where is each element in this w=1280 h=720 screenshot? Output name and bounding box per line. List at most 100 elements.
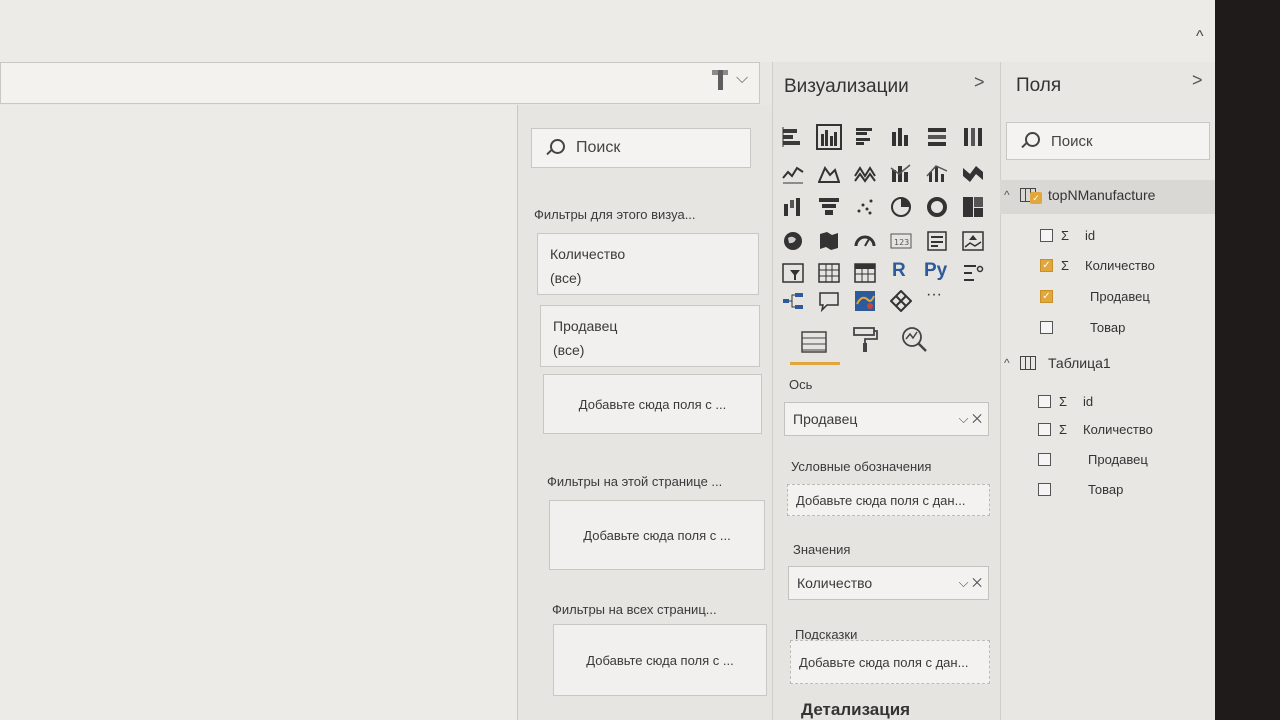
- waterfall-icon[interactable]: [782, 196, 804, 218]
- donut-chart-icon[interactable]: [926, 196, 948, 218]
- funnel-icon[interactable]: [818, 196, 840, 218]
- key-influencers-icon[interactable]: [962, 262, 984, 284]
- visual-filter-drop-zone[interactable]: Добавьте сюда поля с ...: [543, 374, 762, 434]
- page-filters-heading[interactable]: Фильтры на этой странице ...: [547, 474, 722, 489]
- field-checkbox[interactable]: [1040, 321, 1053, 334]
- table-icon[interactable]: [818, 262, 840, 284]
- table-icon: [1020, 356, 1036, 370]
- pie-chart-icon[interactable]: [890, 196, 912, 218]
- field-row[interactable]: Товар: [1038, 482, 1123, 497]
- collapse-visualizations-icon[interactable]: >: [974, 72, 985, 93]
- map-icon[interactable]: [782, 230, 804, 252]
- decomposition-tree-icon[interactable]: [782, 290, 804, 312]
- visual-header-bar: [0, 62, 760, 104]
- matrix-icon[interactable]: [854, 262, 876, 284]
- field-row[interactable]: ✓ Продавец: [1040, 289, 1150, 304]
- line-clustered-icon[interactable]: [926, 162, 948, 184]
- values-well[interactable]: Количество ⌵ ✕: [788, 566, 989, 600]
- scatter-icon[interactable]: [854, 196, 876, 218]
- visual-filters-heading[interactable]: Фильтры для этого визуа...: [534, 207, 696, 222]
- field-name: Товар: [1088, 482, 1124, 497]
- ribbon-chart-icon[interactable]: [962, 162, 984, 184]
- search-icon: [1019, 130, 1041, 152]
- field-checkbox[interactable]: [1038, 483, 1051, 496]
- field-checkbox[interactable]: [1038, 423, 1051, 436]
- field-name: id: [1083, 394, 1094, 409]
- field-row[interactable]: Σid: [1038, 394, 1093, 409]
- axis-field-chip: Продавец: [793, 411, 858, 427]
- field-name: id: [1085, 228, 1096, 243]
- filter-field-name: Количество: [550, 246, 626, 262]
- fields-search-input[interactable]: Поиск: [1006, 122, 1210, 160]
- field-row[interactable]: Товар: [1040, 320, 1125, 335]
- sigma-icon: Σ: [1061, 228, 1070, 243]
- expand-caret-icon[interactable]: ^: [1004, 356, 1020, 370]
- filter-card-quantity[interactable]: Количество (все): [537, 233, 759, 295]
- values-field-chip: Количество: [797, 575, 873, 591]
- field-checkbox[interactable]: [1040, 229, 1053, 242]
- line-chart-icon[interactable]: [782, 162, 804, 184]
- chevron-down-icon[interactable]: ⌵: [736, 70, 748, 88]
- field-row[interactable]: Σ Количество: [1038, 422, 1153, 437]
- treemap-icon[interactable]: [962, 196, 984, 218]
- 100-bar-icon[interactable]: [926, 126, 948, 148]
- field-row[interactable]: ✓ Σ Количество: [1040, 258, 1155, 273]
- r-visual-icon[interactable]: R: [892, 260, 914, 282]
- more-visuals-icon[interactable]: ···: [926, 286, 956, 308]
- stacked-area-icon[interactable]: [854, 162, 876, 184]
- 100-column-icon[interactable]: [962, 126, 984, 148]
- field-checkbox[interactable]: ✓: [1040, 259, 1053, 272]
- format-paint-roller-icon[interactable]: [852, 326, 878, 354]
- gauge-icon[interactable]: [854, 230, 876, 252]
- expand-caret-icon[interactable]: ^: [1004, 188, 1020, 202]
- legend-well[interactable]: Добавьте сюда поля с дан...: [787, 484, 990, 516]
- collapse-fields-icon[interactable]: >: [1192, 70, 1203, 91]
- card-icon[interactable]: 123: [890, 230, 912, 252]
- format-painter-icon[interactable]: [712, 70, 730, 92]
- axis-well[interactable]: Продавец ⌵ ✕: [784, 402, 989, 436]
- stacked-bar-icon[interactable]: [782, 126, 804, 148]
- clustered-column-icon[interactable]: [816, 124, 842, 150]
- all-pages-filters-heading[interactable]: Фильтры на всех страниц...: [552, 602, 717, 617]
- collapse-ribbon-icon[interactable]: ^: [1196, 28, 1204, 46]
- area-chart-icon[interactable]: [818, 162, 840, 184]
- field-row[interactable]: Σid: [1040, 228, 1095, 243]
- qa-icon[interactable]: [818, 290, 840, 312]
- table-node-table1[interactable]: ^ Таблица1: [1004, 355, 1111, 371]
- report-canvas[interactable]: [0, 105, 517, 720]
- field-name: Количество: [1085, 258, 1155, 273]
- field-checkbox[interactable]: [1038, 453, 1051, 466]
- field-name: Количество: [1083, 422, 1153, 437]
- field-checkbox[interactable]: ✓: [1040, 290, 1053, 303]
- sigma-icon: Σ: [1059, 394, 1068, 409]
- filled-map-icon[interactable]: [818, 230, 840, 252]
- stacked-column-icon[interactable]: [890, 126, 912, 148]
- table-node-topnmanufacture[interactable]: ^ topNManufacture: [1004, 187, 1156, 204]
- visualizations-title: Визуализации: [784, 76, 909, 97]
- values-label: Значения: [793, 542, 851, 557]
- field-row[interactable]: Продавец: [1038, 452, 1148, 467]
- clustered-bar-icon[interactable]: [854, 126, 876, 148]
- kpi-icon[interactable]: [962, 230, 984, 252]
- monitor-bezel: [1215, 0, 1280, 720]
- field-name: Продавец: [1088, 452, 1148, 467]
- line-column-icon[interactable]: [890, 162, 912, 184]
- analytics-tab-icon[interactable]: [900, 325, 928, 353]
- axis-label: Ось: [789, 377, 813, 392]
- values-field-actions[interactable]: ⌵ ✕: [959, 575, 982, 591]
- fields-tab-icon[interactable]: [800, 328, 828, 356]
- multirow-card-icon[interactable]: [926, 230, 948, 252]
- report-filter-drop-zone[interactable]: Добавьте сюда поля с ...: [553, 624, 767, 696]
- filter-card-seller[interactable]: Продавец (все): [540, 305, 760, 367]
- python-visual-icon[interactable]: Py: [924, 260, 954, 282]
- page-filter-drop-zone[interactable]: Добавьте сюда поля с ...: [549, 500, 765, 570]
- filters-search-input[interactable]: Поиск: [531, 128, 751, 168]
- field-checkbox[interactable]: [1038, 395, 1051, 408]
- arcgis-icon[interactable]: [854, 290, 876, 312]
- slicer-icon[interactable]: [782, 262, 804, 284]
- power-apps-icon[interactable]: [890, 290, 912, 312]
- axis-field-actions[interactable]: ⌵ ✕: [959, 411, 982, 427]
- table-name: topNManufacture: [1048, 187, 1156, 203]
- filter-value: (все): [550, 270, 582, 286]
- tooltips-well[interactable]: Добавьте сюда поля с дан...: [790, 640, 990, 684]
